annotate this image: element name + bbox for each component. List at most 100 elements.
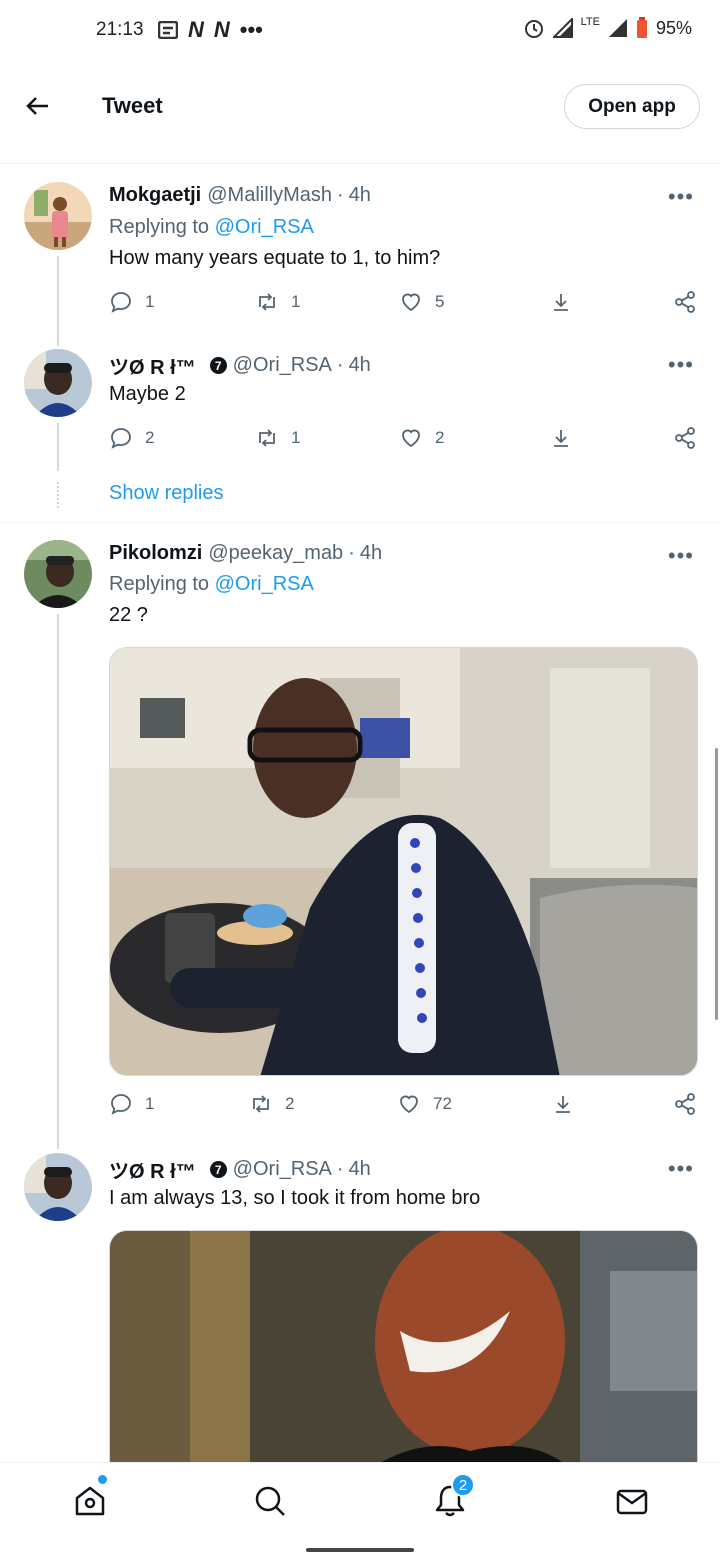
separator-dot: · — [337, 184, 344, 206]
replying-to: Replying to @Ori_RSA — [109, 216, 314, 239]
tweet-time[interactable]: 4h — [360, 542, 382, 565]
profile-badge-icon: 7 — [209, 1161, 227, 1178]
replying-to-link[interactable]: @Ori_RSA — [215, 216, 314, 238]
replying-prefix: Replying to — [109, 573, 215, 595]
thread-line — [57, 256, 59, 346]
display-name[interactable]: Mokgaetji — [109, 184, 201, 207]
tweet-ori-reply[interactable]: ツØ R ł™ 7 @Ori_RSA · 4h ••• Maybe 2 2 1 … — [0, 344, 720, 522]
reply-button[interactable]: 1 — [109, 290, 154, 314]
share-icon — [675, 1093, 695, 1115]
share-button[interactable] — [673, 290, 697, 314]
more-options-icon[interactable]: ••• — [668, 352, 694, 378]
like-count: 5 — [435, 292, 445, 311]
home-new-indicator — [98, 1475, 107, 1484]
user-handle[interactable]: @Ori_RSA — [233, 354, 332, 377]
avatar[interactable] — [24, 540, 92, 608]
heart-icon — [402, 429, 420, 448]
download-icon — [554, 430, 568, 447]
more-options-icon[interactable]: ••• — [668, 184, 694, 210]
thread-dots — [57, 482, 59, 508]
download-icon — [554, 294, 568, 311]
reply-icon — [111, 1094, 131, 1115]
like-button[interactable]: 72 — [397, 1092, 452, 1116]
tweet-pikolomzi[interactable]: Pikolomzi @peekay_mab · 4h ••• Replying … — [0, 523, 720, 1149]
system-home-indicator[interactable] — [306, 1548, 414, 1552]
user-handle[interactable]: @peekay_mab — [208, 542, 343, 565]
download-button[interactable] — [549, 426, 573, 450]
battery-icon — [636, 17, 647, 38]
signal-icon — [552, 18, 573, 38]
tweet-header: Mokgaetji @MalillyMash · 4h — [109, 184, 371, 207]
display-name[interactable]: ツØ R ł™ — [109, 351, 196, 380]
share-button[interactable] — [673, 1092, 697, 1116]
separator-dot: · — [336, 354, 344, 376]
tweet-photo[interactable] — [109, 647, 698, 1076]
show-replies-link[interactable]: Show replies — [109, 482, 224, 505]
back-button[interactable] — [22, 90, 54, 122]
heart-icon — [402, 293, 420, 312]
separator-dot: · — [348, 542, 355, 564]
retweet-button[interactable]: 1 — [255, 426, 300, 450]
retweet-icon — [259, 293, 275, 311]
tweet-photo[interactable] — [109, 1230, 698, 1462]
tweet-mokgaetji[interactable]: Mokgaetji @MalillyMash · 4h ••• Replying… — [0, 164, 720, 346]
open-app-button[interactable]: Open app — [564, 84, 700, 129]
alarm-icon — [524, 20, 543, 38]
retweet-icon — [253, 1095, 269, 1113]
search-icon — [255, 1486, 285, 1516]
battery-percent: 95% — [655, 17, 692, 38]
tweet-ori-reply-2[interactable]: ツØ R ł™ 7 @Ori_RSA · 4h ••• I am always … — [0, 1143, 720, 1462]
download-icon — [556, 1096, 570, 1113]
back-arrow-icon — [26, 97, 48, 115]
header-bar: Tweet Open app — [0, 60, 720, 164]
n-app-icon-2: N — [213, 17, 230, 42]
like-button[interactable]: 5 — [399, 290, 444, 314]
mail-icon — [616, 1489, 648, 1515]
more-options-icon[interactable]: ••• — [668, 1156, 694, 1182]
avatar[interactable] — [24, 349, 92, 417]
reply-icon — [111, 292, 131, 313]
tweet-time[interactable]: 4h — [349, 1158, 371, 1181]
replying-prefix: Replying to — [109, 216, 215, 238]
share-button[interactable] — [673, 426, 697, 450]
tweet-header: ツØ R ł™ 7 @Ori_RSA · 4h — [109, 351, 371, 380]
replying-to-link[interactable]: @Ori_RSA — [215, 573, 314, 595]
download-button[interactable] — [549, 290, 573, 314]
status-bar: 21:13 N N ••• LTE 95% — [0, 0, 720, 60]
retweet-count: 2 — [285, 1094, 295, 1113]
reply-count: 1 — [145, 292, 155, 311]
status-time: 21:13 — [96, 19, 144, 40]
tweet-time[interactable]: 4h — [349, 354, 371, 377]
more-notifications-icon: ••• — [239, 17, 263, 42]
like-button[interactable]: 2 — [399, 426, 444, 450]
user-handle[interactable]: @Ori_RSA — [233, 1158, 332, 1181]
nav-messages[interactable] — [614, 1483, 650, 1519]
share-icon — [675, 291, 695, 313]
display-name[interactable]: Pikolomzi — [109, 542, 202, 565]
reply-button[interactable]: 1 — [109, 1092, 154, 1116]
like-count: 72 — [433, 1094, 452, 1113]
like-count: 2 — [435, 428, 445, 447]
nav-home[interactable] — [72, 1483, 108, 1519]
avatar[interactable] — [24, 182, 92, 250]
download-button[interactable] — [551, 1092, 575, 1116]
reply-count: 2 — [145, 428, 155, 447]
thread-line — [57, 423, 59, 471]
heart-icon — [400, 1095, 418, 1114]
user-handle[interactable]: @MalillyMash — [207, 184, 332, 207]
display-name[interactable]: ツØ R ł™ — [109, 1155, 196, 1184]
more-options-icon[interactable]: ••• — [668, 543, 694, 569]
nav-search[interactable] — [252, 1483, 288, 1519]
signal-icon-2 — [608, 19, 627, 37]
page-title: Tweet — [102, 93, 163, 118]
scrollbar[interactable] — [715, 748, 718, 1020]
avatar[interactable] — [24, 1153, 92, 1221]
tweet-text: I am always 13, so I took it from home b… — [109, 1187, 481, 1209]
message-icon — [158, 21, 178, 39]
reply-button[interactable]: 2 — [109, 426, 154, 450]
tweet-time[interactable]: 4h — [349, 184, 371, 207]
retweet-button[interactable]: 2 — [249, 1092, 294, 1116]
share-icon — [675, 427, 695, 449]
retweet-button[interactable]: 1 — [255, 290, 300, 314]
separator-dot: · — [336, 1158, 344, 1180]
